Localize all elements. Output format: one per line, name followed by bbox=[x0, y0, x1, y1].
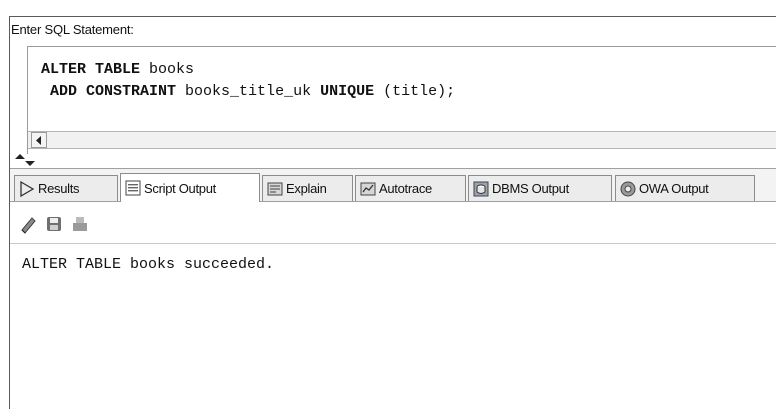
output-toolbar bbox=[10, 204, 776, 240]
autotrace-icon bbox=[360, 182, 376, 195]
code-text: books_title_uk bbox=[176, 83, 321, 100]
keyword-alter-table: ALTER TABLE bbox=[41, 61, 141, 78]
keyword-add-constraint: ADD CONSTRAINT bbox=[50, 83, 177, 100]
tab-dbms-output[interactable]: DBMS Output bbox=[468, 175, 612, 201]
tab-label: OWA Output bbox=[639, 181, 709, 196]
code-line-2: ADD CONSTRAINT books_title_uk UNIQUE (ti… bbox=[41, 83, 455, 100]
sql-statement-label: Enter SQL Statement: bbox=[11, 22, 134, 37]
tab-label: Autotrace bbox=[379, 181, 432, 196]
code-text: (title); bbox=[374, 83, 456, 100]
code-text: books bbox=[140, 61, 195, 78]
tab-explain[interactable]: Explain bbox=[262, 175, 353, 201]
code-line-1: ALTER TABLE books bbox=[41, 61, 194, 78]
explain-icon bbox=[267, 182, 283, 195]
script-output-icon bbox=[125, 180, 141, 196]
tab-autotrace[interactable]: Autotrace bbox=[355, 175, 466, 201]
output-tabs: Results Script Output Explain Autotrace … bbox=[10, 168, 776, 202]
save-button[interactable] bbox=[44, 214, 64, 234]
tab-results[interactable]: Results bbox=[14, 175, 118, 201]
print-button[interactable] bbox=[70, 214, 90, 234]
scroll-left-button[interactable] bbox=[31, 132, 47, 148]
clear-button[interactable] bbox=[18, 214, 38, 234]
owa-output-icon bbox=[620, 181, 636, 196]
play-icon bbox=[20, 180, 35, 197]
keyword-unique: UNIQUE bbox=[320, 83, 375, 100]
arrow-left-icon bbox=[36, 136, 41, 145]
print-icon bbox=[73, 217, 87, 231]
sql-code[interactable]: ALTER TABLE books ADD CONSTRAINT books_t… bbox=[41, 59, 455, 103]
dbms-output-icon bbox=[473, 181, 489, 196]
tab-label: DBMS Output bbox=[492, 181, 569, 196]
tab-owa-output[interactable]: OWA Output bbox=[615, 175, 755, 201]
tab-label: Results bbox=[38, 181, 80, 196]
toolbar-divider bbox=[10, 243, 776, 244]
tab-label: Explain bbox=[286, 181, 327, 196]
save-icon bbox=[47, 217, 61, 231]
script-output-text: ALTER TABLE books succeeded. bbox=[22, 256, 275, 273]
splitter-arrows[interactable] bbox=[14, 153, 36, 167]
eraser-icon bbox=[21, 217, 36, 234]
horizontal-scrollbar[interactable] bbox=[28, 131, 776, 149]
sql-editor[interactable]: ALTER TABLE books ADD CONSTRAINT books_t… bbox=[27, 46, 776, 154]
tab-label: Script Output bbox=[144, 180, 216, 196]
tab-script-output[interactable]: Script Output bbox=[120, 173, 260, 202]
split-up-down-icon bbox=[15, 154, 35, 166]
